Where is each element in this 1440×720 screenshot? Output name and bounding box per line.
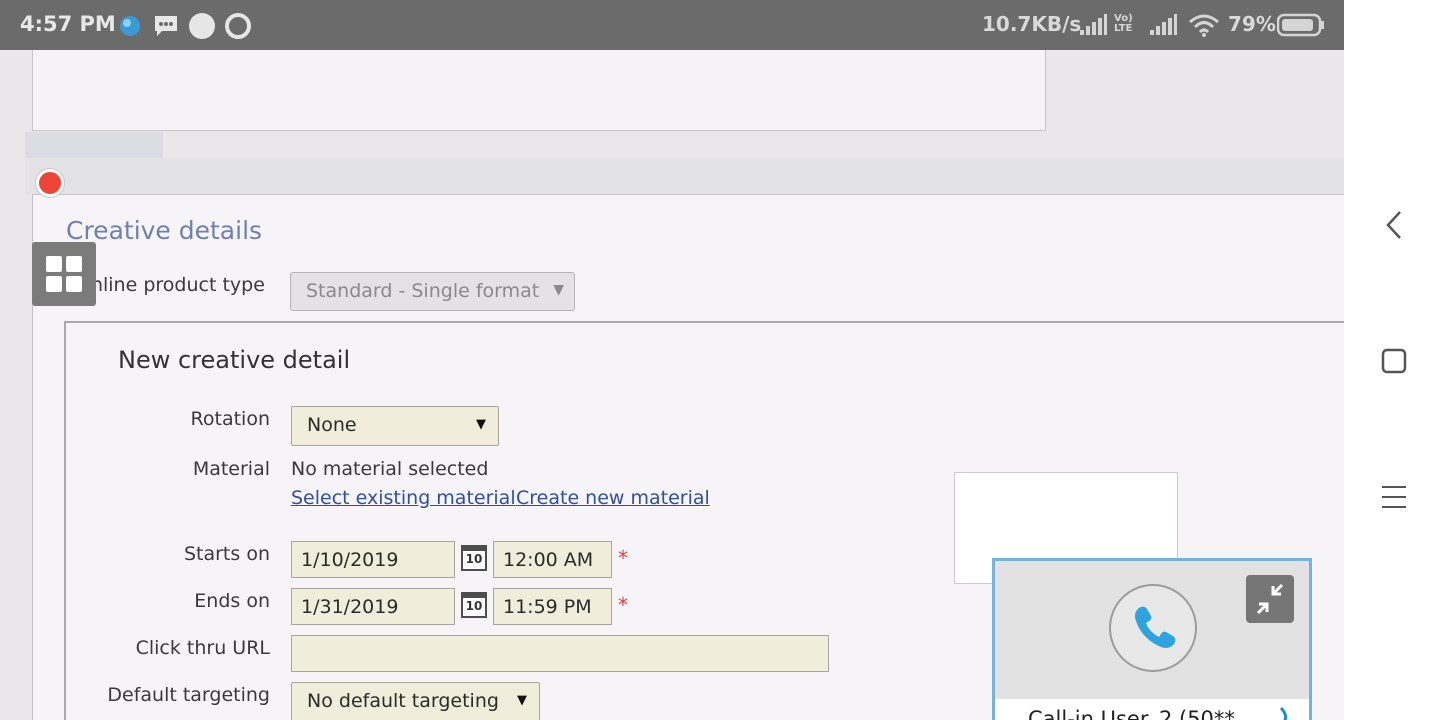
calendar-icon[interactable]: 10 [461, 545, 487, 571]
call-button[interactable] [1109, 584, 1197, 672]
chevron-down-icon: ▼ [476, 417, 486, 432]
rotation-label: Rotation [190, 408, 270, 430]
ends-on-label: Ends on [194, 590, 270, 612]
call-floating-window[interactable]: Call-in User_2 (50**... [992, 558, 1312, 720]
collapse-icon[interactable] [1246, 575, 1294, 623]
back-icon[interactable] [1384, 210, 1404, 244]
default-targeting-label: Default targeting [107, 684, 270, 706]
default-targeting-value: No default targeting [307, 690, 499, 712]
chevron-down-icon: ▼ [553, 282, 564, 298]
status-time: 4:57 PM [20, 12, 116, 36]
calendar-icon[interactable]: 10 [461, 592, 487, 618]
starts-on-time-input[interactable]: 12:00 AM [493, 541, 612, 578]
network-speed: 10.7KB/s [982, 12, 1082, 36]
screen: 4:57 PM 10.7KB/s Vo) LTE 79% Creative de… [0, 0, 1440, 720]
select-existing-material-link[interactable]: Select existing material [291, 487, 516, 509]
app-icon [119, 15, 141, 41]
required-marker: * [618, 593, 628, 617]
material-label: Material [192, 458, 270, 480]
section-divider [25, 158, 1344, 194]
audio-signal-icon [1278, 704, 1294, 720]
caller-name: Call-in User_2 (50**... [1028, 707, 1255, 720]
signal-icon [1150, 14, 1178, 40]
required-marker: * [618, 546, 628, 570]
navigation-bar [1344, 0, 1440, 720]
online-product-type-select: Standard - Single format ▼ [290, 272, 575, 311]
grid-menu-icon[interactable] [32, 242, 96, 306]
home-square-icon[interactable] [1381, 348, 1407, 378]
rotation-select[interactable]: None ▼ [291, 406, 499, 446]
menu-icon[interactable] [1381, 484, 1407, 514]
wifi-icon [1188, 13, 1220, 41]
chevron-down-icon: ▼ [517, 693, 527, 708]
default-targeting-select[interactable]: No default targeting ▼ [291, 682, 540, 720]
ends-on-date-input[interactable]: 1/31/2019 [291, 588, 455, 625]
click-thru-url-label: Click thru URL [135, 637, 270, 659]
status-bar: 4:57 PM 10.7KB/s Vo) LTE 79% [0, 0, 1344, 50]
starts-on-label: Starts on [183, 543, 270, 565]
click-thru-url-input[interactable] [291, 635, 829, 672]
battery-percent: 79% [1228, 12, 1276, 36]
page-content: Creative details Online product type Sta… [0, 50, 1344, 720]
material-value: No material selected [291, 458, 489, 480]
online-product-type-value: Standard - Single format [306, 280, 540, 302]
phone-icon [1135, 606, 1176, 648]
timeline-status-dot [36, 169, 64, 197]
section-tab-strip [25, 132, 163, 158]
ends-on-time-input[interactable]: 11:59 PM [493, 588, 612, 625]
section-title: Creative details [66, 216, 263, 245]
rotation-value: None [307, 414, 357, 436]
previous-section-card [32, 50, 1046, 131]
online-product-type-label: Online product type [76, 274, 265, 296]
lte-label: Vo) LTE [1114, 13, 1133, 34]
sync-icon [224, 12, 252, 44]
message-icon [153, 14, 179, 42]
circle-icon [188, 12, 216, 44]
create-new-material-link[interactable]: Create new material [516, 487, 710, 509]
starts-on-date-input[interactable]: 1/10/2019 [291, 541, 455, 578]
signal-icon [1080, 14, 1108, 40]
panel-title: New creative detail [118, 346, 351, 374]
battery-icon [1276, 13, 1325, 41]
